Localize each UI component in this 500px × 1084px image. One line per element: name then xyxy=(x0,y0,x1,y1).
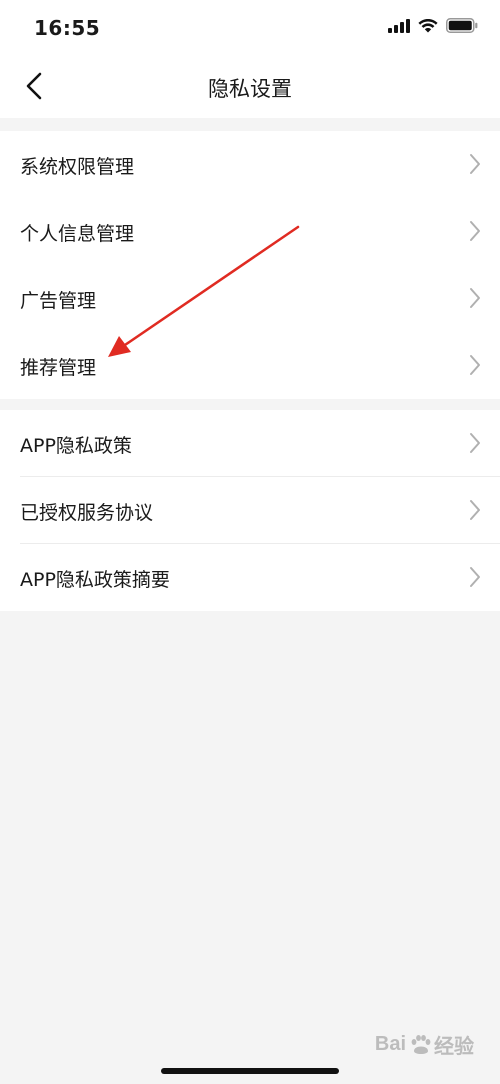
watermark-text: 经验 xyxy=(434,1036,474,1058)
status-icons xyxy=(388,18,478,33)
settings-item-label: 系统权限管理 xyxy=(20,156,135,178)
status-bar: 16:55 xyxy=(0,0,500,56)
status-time: 16:55 xyxy=(34,16,101,40)
chevron-right-icon xyxy=(470,288,480,308)
home-indicator[interactable] xyxy=(161,1068,339,1074)
watermark: Bai 经验 xyxy=(375,1030,474,1059)
cellular-signal-icon xyxy=(388,18,410,33)
settings-item-label: APP隐私政策摘要 xyxy=(20,569,170,591)
wifi-icon xyxy=(418,18,438,32)
settings-item-label: 广告管理 xyxy=(20,290,97,312)
settings-item-personal-info[interactable]: 个人信息管理 xyxy=(0,198,500,265)
chevron-right-icon xyxy=(470,567,480,587)
chevron-right-icon xyxy=(470,500,480,520)
settings-group-policies: APP隐私政策 已授权服务协议 APP隐私政策摘要 xyxy=(0,410,500,611)
settings-item-app-privacy-policy[interactable]: APP隐私政策 xyxy=(0,410,500,477)
battery-icon xyxy=(446,18,478,33)
chevron-right-icon xyxy=(470,433,480,453)
settings-item-label: 个人信息管理 xyxy=(20,223,135,245)
chevron-right-icon xyxy=(470,355,480,375)
chevron-right-icon xyxy=(470,221,480,241)
settings-item-privacy-policy-summary[interactable]: APP隐私政策摘要 xyxy=(0,544,500,611)
settings-item-system-permissions[interactable]: 系统权限管理 xyxy=(0,131,500,198)
settings-item-label: APP隐私政策 xyxy=(20,435,132,457)
navigation-bar: 隐私设置 xyxy=(0,56,500,118)
paw-logo-icon xyxy=(411,1034,431,1054)
settings-item-recommendation[interactable]: 推荐管理 xyxy=(0,332,500,399)
watermark-text: Bai xyxy=(374,1033,406,1055)
page-title: 隐私设置 xyxy=(208,77,292,101)
settings-item-label: 推荐管理 xyxy=(20,357,97,379)
settings-item-ad-management[interactable]: 广告管理 xyxy=(0,265,500,332)
settings-group-permissions: 系统权限管理 个人信息管理 广告管理 推荐管理 xyxy=(0,131,500,399)
chevron-right-icon xyxy=(470,154,480,174)
settings-item-label: 已授权服务协议 xyxy=(20,502,154,524)
settings-item-authorized-agreements[interactable]: 已授权服务协议 xyxy=(0,477,500,544)
